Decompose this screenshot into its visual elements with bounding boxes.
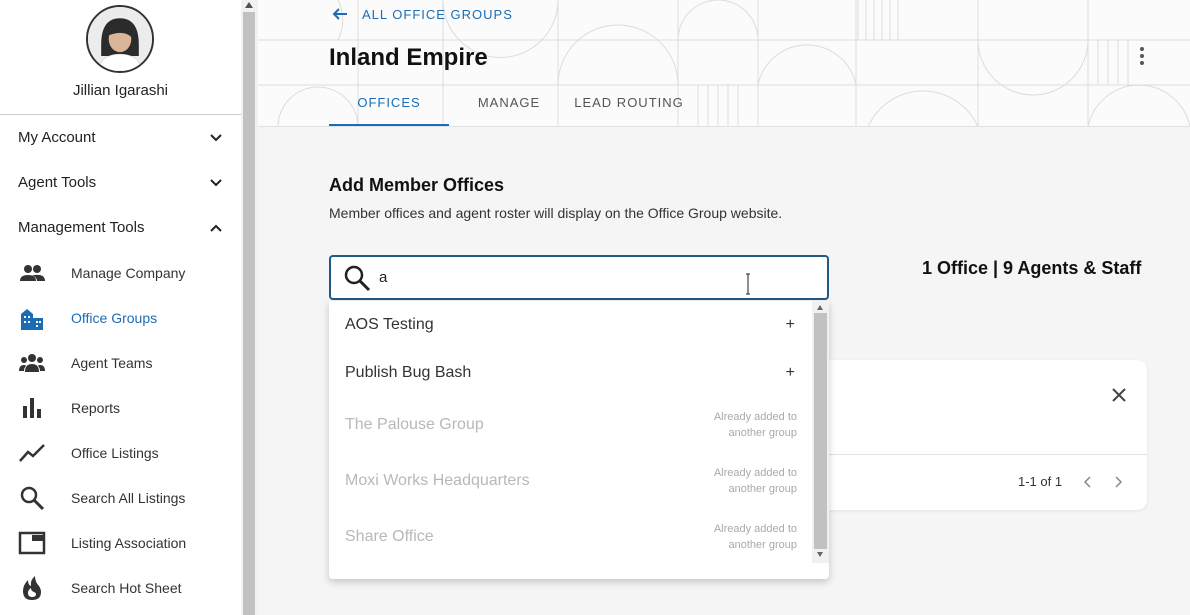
- dropdown-scroll-thumb[interactable]: [814, 313, 827, 549]
- sidebar-item-label: Search Hot Sheet: [71, 579, 182, 596]
- back-link-label: ALL OFFICE GROUPS: [362, 6, 513, 22]
- dropdown-option-moxi-works-headquarters: Moxi Works Headquarters Already added to…: [329, 453, 813, 509]
- sidebar-section-management-tools[interactable]: Management Tools: [0, 205, 241, 250]
- sidebar-item-label: Manage Company: [71, 264, 186, 281]
- sidebar-item-office-groups[interactable]: Office Groups: [0, 295, 241, 340]
- note-line: another group: [728, 539, 798, 551]
- tab-manage[interactable]: MANAGE: [464, 88, 554, 126]
- bar-chart-icon: [23, 397, 41, 418]
- trend-line-icon: [19, 443, 45, 462]
- sidebar-item-label: Office Groups: [71, 309, 158, 326]
- office-search-input[interactable]: [379, 269, 779, 286]
- buildings-icon: [21, 308, 43, 330]
- people-icon: [20, 264, 45, 281]
- profile-block: Jillian Igarashi: [0, 0, 241, 115]
- sidebar-item-search-hot-sheet[interactable]: Search Hot Sheet: [0, 565, 241, 610]
- note-line: another group: [728, 483, 798, 495]
- dropdown-option-the-palouse-group: The Palouse Group Already added to anoth…: [329, 397, 813, 453]
- chevron-down-icon: [210, 133, 222, 141]
- tab-lead-routing[interactable]: LEAD ROUTING: [570, 88, 688, 126]
- dropdown-option-label: Moxi Works Headquarters: [345, 472, 530, 489]
- sidebar: Jillian Igarashi My Account Agent Tools …: [0, 0, 241, 615]
- chevron-up-icon: [210, 224, 222, 232]
- kebab-dot-icon: [1140, 47, 1144, 51]
- card-divider: [800, 454, 1147, 455]
- sidebar-section-label: Agent Tools: [18, 174, 97, 191]
- search-icon: [20, 486, 45, 510]
- group-summary: 1 Office | 9 Agents & Staff: [922, 258, 1142, 278]
- chevron-left-icon[interactable]: [1080, 474, 1094, 490]
- section-title: Add Member Offices: [329, 175, 505, 195]
- back-to-all-office-groups-link[interactable]: ALL OFFICE GROUPS: [332, 5, 513, 23]
- dropdown-option-share-office: Share Office Already added to another gr…: [329, 509, 813, 565]
- sidebar-item-office-listings[interactable]: Office Listings: [0, 430, 241, 475]
- dropdown-option-publish-bug-bash[interactable]: Publish Bug Bash +: [329, 349, 813, 397]
- sidebar-item-listing-association[interactable]: Listing Association: [0, 520, 241, 565]
- note-line: Already added to: [713, 523, 797, 535]
- office-search-box[interactable]: [329, 255, 829, 300]
- sidebar-item-label: Agent Teams: [71, 354, 153, 371]
- chevron-down-icon: [210, 178, 222, 186]
- sidebar-item-search-all-listings[interactable]: Search All Listings: [0, 475, 241, 520]
- note-line: another group: [728, 427, 798, 439]
- dropdown-option-label: AOS Testing: [345, 316, 434, 333]
- add-icon[interactable]: +: [786, 316, 795, 334]
- arrow-left-icon: [332, 8, 347, 20]
- kebab-dot-icon: [1140, 54, 1144, 58]
- avatar[interactable]: [86, 5, 154, 73]
- window-icon: [18, 531, 46, 554]
- sidebar-section-my-account[interactable]: My Account: [0, 115, 241, 160]
- dropdown-option-label: The Palouse Group: [345, 416, 484, 433]
- scroll-up-arrow-icon[interactable]: [245, 2, 253, 8]
- sidebar-item-reports[interactable]: Reports: [0, 385, 241, 430]
- add-icon[interactable]: +: [786, 364, 795, 382]
- already-added-note: Already added to another group: [714, 409, 797, 441]
- sidebar-item-label: Listing Association: [71, 534, 187, 551]
- close-icon[interactable]: [1110, 386, 1128, 404]
- team-icon: [19, 353, 45, 372]
- sidebar-scroll-thumb[interactable]: [243, 12, 255, 615]
- dropdown-option-aos-testing[interactable]: AOS Testing +: [329, 301, 813, 349]
- sidebar-item-agent-teams[interactable]: Agent Teams: [0, 340, 241, 385]
- pagination-label: 1-1 of 1: [1018, 474, 1063, 489]
- already-added-note: Already added to another group: [714, 465, 797, 497]
- scroll-down-arrow-icon[interactable]: [817, 552, 823, 557]
- page-title: Inland Empire: [329, 44, 488, 71]
- note-line: Already added to: [713, 467, 797, 479]
- dropdown-option-label: Publish Bug Bash: [345, 364, 472, 381]
- sidebar-section-label: My Account: [18, 129, 96, 146]
- sidebar-item-label: Office Listings: [71, 444, 159, 461]
- sidebar-section-agent-tools[interactable]: Agent Tools: [0, 160, 241, 205]
- note-line: Already added to: [713, 411, 797, 423]
- profile-name: Jillian Igarashi: [72, 82, 169, 99]
- sidebar-item-label: Search All Listings: [71, 489, 186, 506]
- avatar-portrait-icon: [88, 7, 152, 71]
- scroll-up-arrow-icon[interactable]: [817, 305, 823, 310]
- sidebar-section-label: Management Tools: [18, 219, 145, 236]
- office-list-card: [800, 360, 1147, 510]
- flame-icon: [23, 575, 41, 600]
- sidebar-item-manage-company[interactable]: Manage Company: [0, 250, 241, 295]
- search-icon: [344, 265, 371, 291]
- dropdown-option-label: Share Office: [345, 528, 434, 545]
- office-search-dropdown: AOS Testing + Publish Bug Bash + The Pal…: [329, 301, 829, 579]
- tab-offices[interactable]: OFFICES: [329, 88, 449, 126]
- more-options-button[interactable]: [1132, 44, 1152, 68]
- section-description: Member offices and agent roster will dis…: [329, 205, 783, 221]
- kebab-dot-icon: [1140, 61, 1144, 65]
- text-cursor-icon: [746, 273, 750, 295]
- already-added-note: Already added to another group: [714, 521, 797, 553]
- chevron-right-icon[interactable]: [1112, 474, 1126, 490]
- sidebar-item-label: Reports: [71, 399, 121, 416]
